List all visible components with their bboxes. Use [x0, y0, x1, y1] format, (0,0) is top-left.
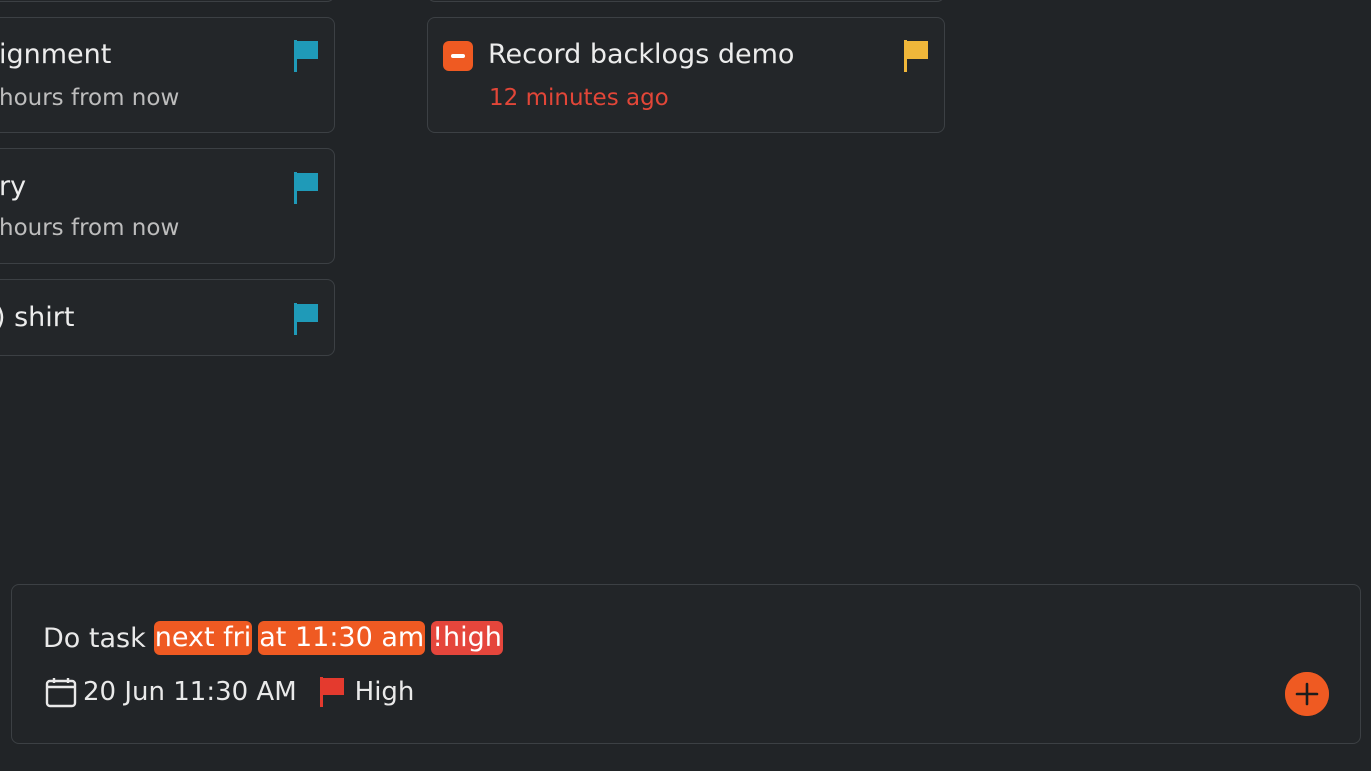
calendar-icon[interactable] — [45, 676, 77, 708]
board-view: ignment hours from now ry hours from now… — [0, 0, 1371, 771]
priority-label[interactable]: High — [355, 677, 415, 707]
flag-icon[interactable] — [319, 676, 345, 708]
task-title: ) shirt — [0, 302, 75, 333]
task-input[interactable]: Do task next fri at 11:30 am !high — [43, 621, 503, 655]
time-token[interactable]: at 11:30 am — [258, 621, 426, 655]
task-card-partial-top-right[interactable] — [427, 0, 945, 2]
flag-icon[interactable] — [903, 39, 929, 73]
task-title: Record backlogs demo — [488, 39, 795, 70]
task-card-partial-top-left[interactable] — [0, 0, 335, 2]
flag-icon[interactable] — [293, 302, 319, 336]
task-input-text: Do task — [43, 622, 146, 654]
plus-circle-icon — [1285, 672, 1329, 716]
quick-add-composer[interactable]: Do task next fri at 11:30 am !high 20 Ju… — [11, 584, 1361, 744]
parsed-meta-row: 20 Jun 11:30 AM High — [45, 676, 414, 708]
task-due-date: hours from now — [0, 215, 180, 241]
task-card[interactable]: ry hours from now — [0, 148, 335, 264]
minus-checkbox-icon[interactable] — [443, 41, 473, 71]
task-due-date: 12 minutes ago — [489, 85, 669, 111]
date-token[interactable]: next fri — [153, 621, 253, 655]
flag-icon[interactable] — [293, 171, 319, 205]
task-due-date: hours from now — [0, 85, 180, 111]
due-date-label[interactable]: 20 Jun 11:30 AM — [83, 677, 297, 707]
task-card[interactable]: ignment hours from now — [0, 17, 335, 133]
task-card[interactable]: Record backlogs demo 12 minutes ago — [427, 17, 945, 133]
priority-token[interactable]: !high — [431, 621, 503, 655]
task-title: ry — [0, 171, 27, 202]
flag-icon[interactable] — [293, 39, 319, 73]
task-title: ignment — [0, 39, 112, 70]
task-card[interactable]: ) shirt — [0, 279, 335, 356]
add-task-button[interactable] — [1285, 672, 1329, 716]
